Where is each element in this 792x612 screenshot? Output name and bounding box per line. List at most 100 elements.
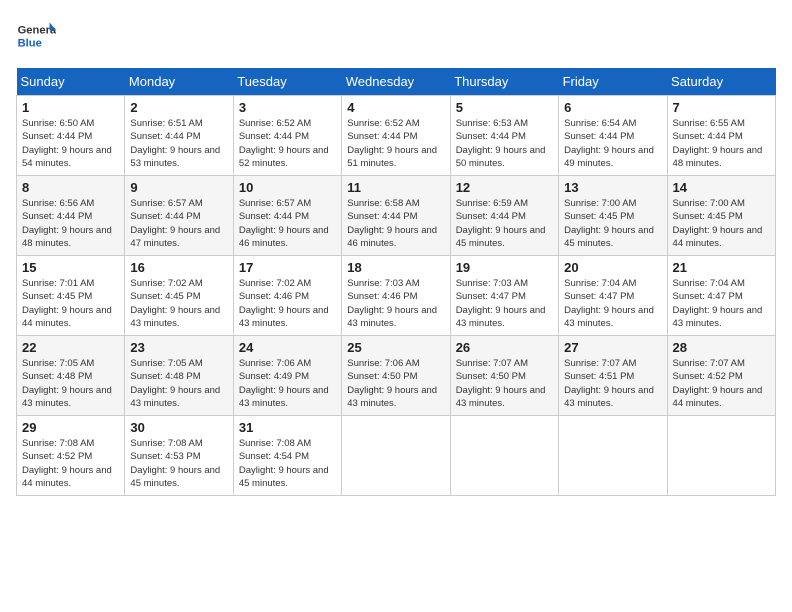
week-row-1: 1 Sunrise: 6:50 AMSunset: 4:44 PMDaylight…	[17, 96, 776, 176]
day-info: Sunrise: 7:00 AMSunset: 4:45 PMDaylight:…	[673, 197, 770, 250]
day-number: 11	[347, 180, 444, 195]
day-cell-8: 8 Sunrise: 6:56 AMSunset: 4:44 PMDaylight…	[17, 176, 125, 256]
day-cell-12: 12 Sunrise: 6:59 AMSunset: 4:44 PMDayligh…	[450, 176, 558, 256]
calendar-table: SundayMondayTuesdayWednesdayThursdayFrid…	[16, 68, 776, 496]
day-number: 27	[564, 340, 661, 355]
day-info: Sunrise: 7:08 AMSunset: 4:52 PMDaylight:…	[22, 437, 119, 490]
day-cell-14: 14 Sunrise: 7:00 AMSunset: 4:45 PMDayligh…	[667, 176, 775, 256]
empty-cell	[559, 416, 667, 496]
day-cell-15: 15 Sunrise: 7:01 AMSunset: 4:45 PMDayligh…	[17, 256, 125, 336]
day-info: Sunrise: 7:06 AMSunset: 4:49 PMDaylight:…	[239, 357, 336, 410]
day-number: 16	[130, 260, 227, 275]
day-number: 25	[347, 340, 444, 355]
day-cell-1: 1 Sunrise: 6:50 AMSunset: 4:44 PMDaylight…	[17, 96, 125, 176]
day-number: 9	[130, 180, 227, 195]
day-info: Sunrise: 7:07 AMSunset: 4:50 PMDaylight:…	[456, 357, 553, 410]
day-info: Sunrise: 6:53 AMSunset: 4:44 PMDaylight:…	[456, 117, 553, 170]
day-info: Sunrise: 6:58 AMSunset: 4:44 PMDaylight:…	[347, 197, 444, 250]
day-cell-20: 20 Sunrise: 7:04 AMSunset: 4:47 PMDayligh…	[559, 256, 667, 336]
weekday-monday: Monday	[125, 68, 233, 96]
day-info: Sunrise: 7:03 AMSunset: 4:47 PMDaylight:…	[456, 277, 553, 330]
day-number: 17	[239, 260, 336, 275]
day-info: Sunrise: 7:07 AMSunset: 4:51 PMDaylight:…	[564, 357, 661, 410]
day-number: 24	[239, 340, 336, 355]
day-info: Sunrise: 6:56 AMSunset: 4:44 PMDaylight:…	[22, 197, 119, 250]
day-cell-11: 11 Sunrise: 6:58 AMSunset: 4:44 PMDayligh…	[342, 176, 450, 256]
day-info: Sunrise: 6:57 AMSunset: 4:44 PMDaylight:…	[239, 197, 336, 250]
day-info: Sunrise: 7:07 AMSunset: 4:52 PMDaylight:…	[673, 357, 770, 410]
page-header: General Blue	[16, 16, 776, 56]
day-info: Sunrise: 6:52 AMSunset: 4:44 PMDaylight:…	[239, 117, 336, 170]
day-cell-10: 10Sunrise: 6:57 AMSunset: 4:44 PMDayligh…	[233, 176, 341, 256]
day-number: 5	[456, 100, 553, 115]
day-cell-19: 19Sunrise: 7:03 AMSunset: 4:47 PMDayligh…	[450, 256, 558, 336]
week-row-5: 29 Sunrise: 7:08 AMSunset: 4:52 PMDayligh…	[17, 416, 776, 496]
day-cell-22: 22Sunrise: 7:05 AMSunset: 4:48 PMDayligh…	[17, 336, 125, 416]
day-info: Sunrise: 7:06 AMSunset: 4:50 PMDaylight:…	[347, 357, 444, 410]
day-cell-17: 17 Sunrise: 7:02 AMSunset: 4:46 PMDayligh…	[233, 256, 341, 336]
day-number: 2	[130, 100, 227, 115]
day-info: Sunrise: 6:57 AMSunset: 4:44 PMDaylight:…	[130, 197, 227, 250]
day-number: 12	[456, 180, 553, 195]
day-cell-31: 31Sunrise: 7:08 AMSunset: 4:54 PMDayligh…	[233, 416, 341, 496]
day-number: 28	[673, 340, 770, 355]
day-number: 7	[673, 100, 770, 115]
day-number: 18	[347, 260, 444, 275]
empty-cell	[667, 416, 775, 496]
day-info: Sunrise: 7:05 AMSunset: 4:48 PMDaylight:…	[130, 357, 227, 410]
day-info: Sunrise: 7:08 AMSunset: 4:53 PMDaylight:…	[130, 437, 227, 490]
day-info: Sunrise: 6:55 AMSunset: 4:44 PMDaylight:…	[673, 117, 770, 170]
day-info: Sunrise: 7:03 AMSunset: 4:46 PMDaylight:…	[347, 277, 444, 330]
day-cell-9: 9 Sunrise: 6:57 AMSunset: 4:44 PMDaylight…	[125, 176, 233, 256]
day-number: 15	[22, 260, 119, 275]
calendar-body: 1 Sunrise: 6:50 AMSunset: 4:44 PMDaylight…	[17, 96, 776, 496]
weekday-friday: Friday	[559, 68, 667, 96]
day-info: Sunrise: 7:02 AMSunset: 4:45 PMDaylight:…	[130, 277, 227, 330]
week-row-2: 8 Sunrise: 6:56 AMSunset: 4:44 PMDaylight…	[17, 176, 776, 256]
logo-icon: General Blue	[16, 16, 56, 56]
day-number: 31	[239, 420, 336, 435]
week-row-4: 22Sunrise: 7:05 AMSunset: 4:48 PMDayligh…	[17, 336, 776, 416]
day-cell-6: 6Sunrise: 6:54 AMSunset: 4:44 PMDaylight…	[559, 96, 667, 176]
day-cell-29: 29 Sunrise: 7:08 AMSunset: 4:52 PMDayligh…	[17, 416, 125, 496]
logo: General Blue	[16, 16, 60, 56]
day-cell-7: 7 Sunrise: 6:55 AMSunset: 4:44 PMDaylight…	[667, 96, 775, 176]
day-number: 6	[564, 100, 661, 115]
day-cell-13: 13 Sunrise: 7:00 AMSunset: 4:45 PMDayligh…	[559, 176, 667, 256]
day-number: 8	[22, 180, 119, 195]
day-cell-27: 27 Sunrise: 7:07 AMSunset: 4:51 PMDayligh…	[559, 336, 667, 416]
day-cell-28: 28 Sunrise: 7:07 AMSunset: 4:52 PMDayligh…	[667, 336, 775, 416]
day-info: Sunrise: 6:50 AMSunset: 4:44 PMDaylight:…	[22, 117, 119, 170]
svg-text:Blue: Blue	[18, 37, 42, 49]
day-cell-18: 18 Sunrise: 7:03 AMSunset: 4:46 PMDayligh…	[342, 256, 450, 336]
day-info: Sunrise: 7:01 AMSunset: 4:45 PMDaylight:…	[22, 277, 119, 330]
day-number: 26	[456, 340, 553, 355]
day-info: Sunrise: 7:04 AMSunset: 4:47 PMDaylight:…	[673, 277, 770, 330]
day-number: 23	[130, 340, 227, 355]
day-number: 3	[239, 100, 336, 115]
day-info: Sunrise: 7:02 AMSunset: 4:46 PMDaylight:…	[239, 277, 336, 330]
day-cell-4: 4Sunrise: 6:52 AMSunset: 4:44 PMDaylight…	[342, 96, 450, 176]
day-number: 20	[564, 260, 661, 275]
day-number: 13	[564, 180, 661, 195]
day-number: 4	[347, 100, 444, 115]
empty-cell	[342, 416, 450, 496]
day-number: 1	[22, 100, 119, 115]
day-cell-5: 5 Sunrise: 6:53 AMSunset: 4:44 PMDaylight…	[450, 96, 558, 176]
day-cell-26: 26 Sunrise: 7:07 AMSunset: 4:50 PMDayligh…	[450, 336, 558, 416]
day-info: Sunrise: 7:00 AMSunset: 4:45 PMDaylight:…	[564, 197, 661, 250]
day-cell-21: 21 Sunrise: 7:04 AMSunset: 4:47 PMDayligh…	[667, 256, 775, 336]
weekday-thursday: Thursday	[450, 68, 558, 96]
weekday-wednesday: Wednesday	[342, 68, 450, 96]
day-number: 14	[673, 180, 770, 195]
day-number: 30	[130, 420, 227, 435]
day-cell-24: 24 Sunrise: 7:06 AMSunset: 4:49 PMDayligh…	[233, 336, 341, 416]
day-number: 29	[22, 420, 119, 435]
day-cell-30: 30 Sunrise: 7:08 AMSunset: 4:53 PMDayligh…	[125, 416, 233, 496]
weekday-saturday: Saturday	[667, 68, 775, 96]
day-cell-16: 16 Sunrise: 7:02 AMSunset: 4:45 PMDayligh…	[125, 256, 233, 336]
weekday-tuesday: Tuesday	[233, 68, 341, 96]
day-info: Sunrise: 6:59 AMSunset: 4:44 PMDaylight:…	[456, 197, 553, 250]
day-info: Sunrise: 7:04 AMSunset: 4:47 PMDaylight:…	[564, 277, 661, 330]
day-number: 21	[673, 260, 770, 275]
